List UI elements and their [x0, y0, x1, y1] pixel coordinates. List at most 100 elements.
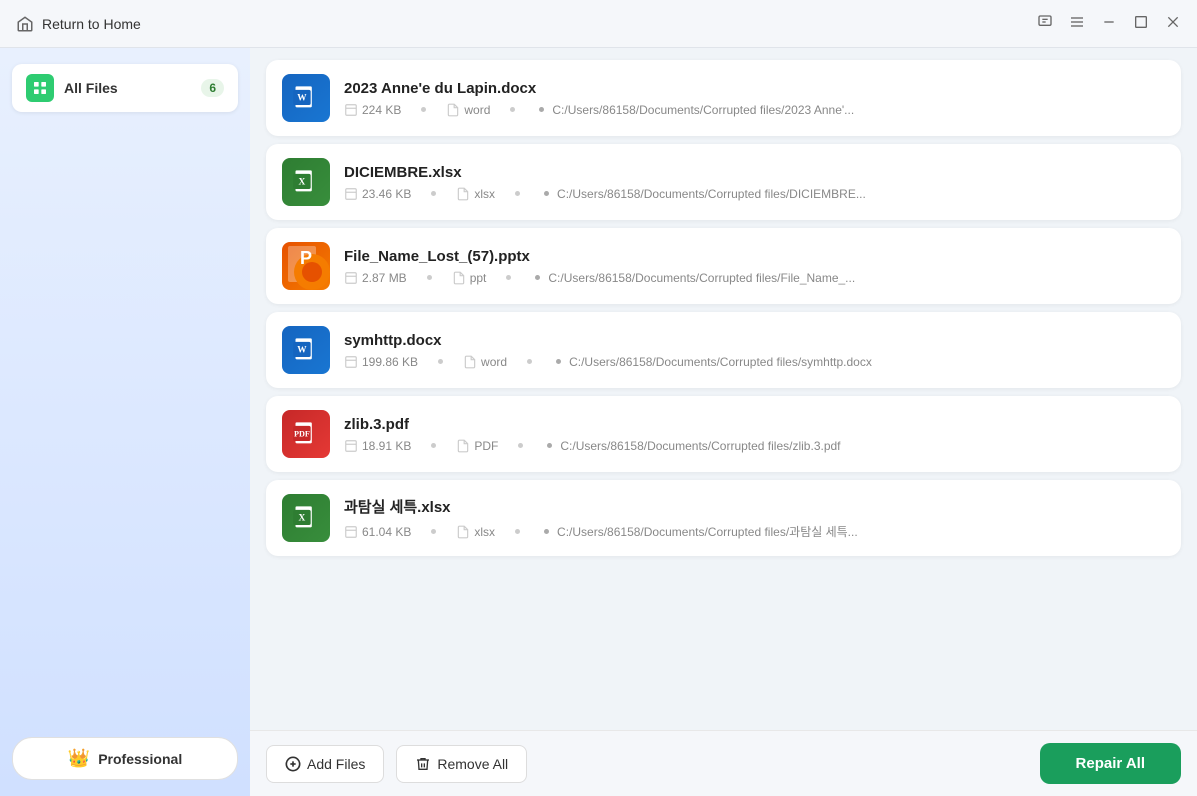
file-format: xlsx	[474, 525, 495, 539]
meta-dot	[510, 107, 515, 112]
file-path-item: C:/Users/86158/Documents/Corrupted files…	[543, 439, 840, 453]
svg-text:X: X	[299, 177, 306, 187]
menu-control[interactable]	[1069, 14, 1085, 34]
ppt-file-icon: P	[282, 242, 330, 290]
file-name: 2023 Anne'e du Lapin.docx	[344, 80, 1165, 97]
close-control[interactable]	[1165, 14, 1181, 34]
title-bar: Return to Home	[0, 0, 1197, 48]
file-card[interactable]: P File_Name_Lost_(57).pptx 2.87 MB	[266, 228, 1181, 304]
file-format-item: ppt	[452, 271, 487, 285]
file-format-item: xlsx	[456, 187, 495, 201]
file-size-icon	[344, 271, 358, 285]
file-format: PDF	[474, 439, 498, 453]
professional-label: Professional	[98, 751, 182, 767]
svg-text:W: W	[297, 345, 307, 355]
all-files-label: All Files	[64, 80, 118, 96]
sidebar-item-all-files[interactable]: All Files 6	[12, 64, 238, 112]
file-path: C:/Users/86158/Documents/Corrupted files…	[557, 523, 858, 540]
svg-text:P: P	[300, 248, 312, 268]
file-size: 199.86 KB	[362, 355, 418, 369]
pdf-file-icon: PDF	[292, 420, 320, 448]
meta-dot	[438, 359, 443, 364]
file-card[interactable]: X DICIEMBRE.xlsx 23.46 KB	[266, 144, 1181, 220]
meta-dot	[515, 191, 520, 196]
file-icon-wrapper: W	[282, 74, 330, 122]
maximize-control[interactable]	[1133, 14, 1149, 34]
svg-text:W: W	[297, 93, 307, 103]
excel-file-icon: X	[292, 504, 320, 532]
file-size: 2.87 MB	[362, 271, 407, 285]
file-name: symhttp.docx	[344, 332, 1165, 349]
file-card[interactable]: W 2023 Anne'e du Lapin.docx 224 KB	[266, 60, 1181, 136]
path-dot	[535, 275, 540, 280]
professional-button[interactable]: 👑 Professional	[12, 737, 238, 780]
return-home-button[interactable]: Return to Home	[16, 15, 141, 33]
repair-all-button[interactable]: Repair All	[1040, 743, 1181, 784]
file-size-icon	[344, 103, 358, 117]
file-size-icon	[344, 439, 358, 453]
meta-dot	[506, 275, 511, 280]
file-format-item: word	[463, 355, 507, 369]
file-format-icon	[452, 271, 466, 285]
return-home-label: Return to Home	[42, 16, 141, 32]
file-path-item: C:/Users/86158/Documents/Corrupted files…	[531, 271, 855, 285]
window-controls	[1037, 14, 1181, 34]
file-card[interactable]: X 과탐실 세특.xlsx 61.04 KB	[266, 480, 1181, 556]
file-meta: 2.87 MB ppt C:/Users/86158/Documents/Cor…	[344, 271, 1165, 285]
svg-text:X: X	[299, 513, 306, 523]
meta-dot	[427, 275, 432, 280]
file-icon-wrapper: P	[282, 242, 330, 290]
file-format: word	[464, 103, 490, 117]
add-files-label: Add Files	[307, 756, 365, 772]
file-name: zlib.3.pdf	[344, 416, 1165, 433]
file-size: 61.04 KB	[362, 525, 411, 539]
file-meta: 61.04 KB xlsx C:/Users/86158/Documents/C…	[344, 523, 1165, 540]
file-meta: 18.91 KB PDF C:/Users/86158/Documents/Co…	[344, 439, 1165, 453]
home-icon	[16, 15, 34, 33]
grid-icon	[32, 80, 48, 96]
sidebar-item-left: All Files	[26, 74, 118, 102]
file-format-icon	[456, 439, 470, 453]
file-list-area: W 2023 Anne'e du Lapin.docx 224 KB	[250, 48, 1197, 796]
file-path: C:/Users/86158/Documents/Corrupted files…	[552, 103, 854, 117]
file-list-scroll: W 2023 Anne'e du Lapin.docx 224 KB	[250, 48, 1197, 730]
file-info: 2023 Anne'e du Lapin.docx 224 KB word	[344, 80, 1165, 117]
plus-icon	[285, 756, 301, 772]
file-format: word	[481, 355, 507, 369]
file-info: 과탐실 세특.xlsx 61.04 KB xlsx	[344, 496, 1165, 540]
file-format: ppt	[470, 271, 487, 285]
file-icon-wrapper: PDF	[282, 410, 330, 458]
remove-all-label: Remove All	[437, 756, 508, 772]
all-files-icon	[26, 74, 54, 102]
crown-icon: 👑	[68, 748, 90, 769]
file-card[interactable]: PDF zlib.3.pdf 18.91 KB	[266, 396, 1181, 472]
path-dot	[544, 191, 549, 196]
add-files-button[interactable]: Add Files	[266, 745, 384, 783]
file-format-item: xlsx	[456, 525, 495, 539]
file-icon-wrapper: X	[282, 158, 330, 206]
trash-icon	[415, 756, 431, 772]
file-format-icon	[463, 355, 477, 369]
file-format-icon	[446, 103, 460, 117]
meta-dot	[431, 529, 436, 534]
remove-all-button[interactable]: Remove All	[396, 745, 527, 783]
meta-dot	[421, 107, 426, 112]
repair-all-label: Repair All	[1076, 755, 1145, 772]
file-format-icon	[456, 187, 470, 201]
meta-dot	[431, 443, 436, 448]
file-size-item: 61.04 KB	[344, 525, 411, 539]
chat-control[interactable]	[1037, 14, 1053, 34]
file-size-icon	[344, 187, 358, 201]
file-icon-wrapper: X	[282, 494, 330, 542]
file-format-item: word	[446, 103, 490, 117]
minimize-control[interactable]	[1101, 14, 1117, 34]
excel-file-icon: X	[292, 168, 320, 196]
file-path: C:/Users/86158/Documents/Corrupted files…	[548, 271, 855, 285]
file-path: C:/Users/86158/Documents/Corrupted files…	[569, 355, 872, 369]
meta-dot	[431, 191, 436, 196]
file-size: 224 KB	[362, 103, 401, 117]
file-info: File_Name_Lost_(57).pptx 2.87 MB ppt	[344, 248, 1165, 285]
word-file-icon: W	[292, 84, 320, 112]
file-card[interactable]: W symhttp.docx 199.86 KB	[266, 312, 1181, 388]
file-format-item: PDF	[456, 439, 498, 453]
